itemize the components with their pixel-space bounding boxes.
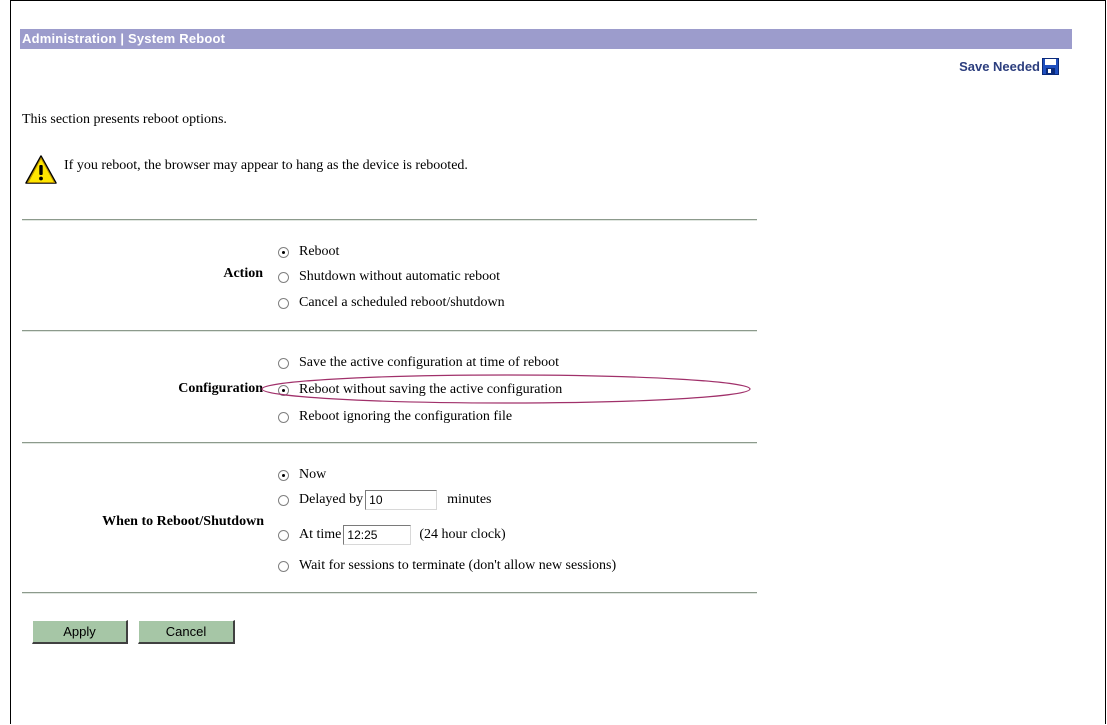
option-label: Cancel a scheduled reboot/shutdown: [299, 295, 505, 310]
option-label: Wait for sessions to terminate (don't al…: [299, 558, 617, 573]
option-suffix: minutes: [447, 492, 492, 507]
radio-button[interactable]: [278, 357, 289, 369]
option-label: Shutdown without automatic reboot: [299, 269, 501, 284]
radio-button[interactable]: [278, 560, 289, 572]
divider: [22, 219, 757, 221]
action-option-cancel-scheduled[interactable]: Cancel a scheduled reboot/shutdown: [278, 295, 505, 311]
save-needed-label: Save Needed: [959, 59, 1040, 74]
option-label: Reboot ignoring the configuration file: [299, 409, 513, 424]
radio-button[interactable]: [278, 494, 289, 506]
option-suffix: (24 hour clock): [419, 527, 506, 542]
config-option-save[interactable]: Save the active configuration at time of…: [278, 355, 559, 371]
divider: [22, 330, 757, 332]
page-title: Administration | System Reboot: [20, 29, 1072, 49]
intro-text: This section presents reboot options.: [22, 112, 227, 127]
radio-button[interactable]: [278, 246, 289, 258]
option-label: Now: [299, 467, 327, 482]
when-option-wait[interactable]: Wait for sessions to terminate (don't al…: [278, 558, 616, 574]
when-label: When to Reboot/Shutdown: [102, 514, 264, 529]
cancel-button[interactable]: Cancel: [138, 620, 235, 644]
option-label: Reboot without saving the active configu…: [299, 382, 563, 397]
warning-message: If you reboot, the browser may appear to…: [24, 154, 468, 186]
when-option-at-time[interactable]: At time (24 hour clock): [278, 525, 506, 545]
option-label: Reboot: [299, 244, 340, 259]
warning-text: If you reboot, the browser may appear to…: [64, 158, 468, 173]
action-option-shutdown[interactable]: Shutdown without automatic reboot: [278, 269, 500, 285]
floppy-disk-icon[interactable]: [1042, 58, 1059, 75]
action-label: Action: [223, 266, 263, 281]
option-label: Delayed by: [299, 492, 364, 507]
at-time-input[interactable]: [343, 525, 412, 545]
radio-button[interactable]: [278, 384, 289, 396]
delay-minutes-input[interactable]: [365, 490, 438, 510]
action-option-reboot[interactable]: Reboot: [278, 244, 339, 260]
config-option-ignore[interactable]: Reboot ignoring the configuration file: [278, 409, 512, 425]
radio-button[interactable]: [278, 529, 289, 541]
divider: [22, 592, 757, 594]
radio-button[interactable]: [278, 271, 289, 283]
option-label: Save the active configuration at time of…: [299, 355, 560, 370]
configuration-label: Configuration: [178, 381, 263, 396]
apply-button[interactable]: Apply: [32, 620, 128, 644]
radio-button[interactable]: [278, 469, 289, 481]
divider: [22, 442, 757, 444]
save-needed-link[interactable]: Save Needed: [959, 58, 1059, 75]
when-option-now[interactable]: Now: [278, 467, 326, 483]
radio-button[interactable]: [278, 411, 289, 423]
warning-icon: [25, 155, 57, 184]
option-label: At time: [299, 527, 342, 542]
radio-button[interactable]: [278, 297, 289, 309]
config-option-no-save[interactable]: Reboot without saving the active configu…: [278, 382, 562, 398]
when-option-delayed[interactable]: Delayed by minutes: [278, 490, 492, 510]
